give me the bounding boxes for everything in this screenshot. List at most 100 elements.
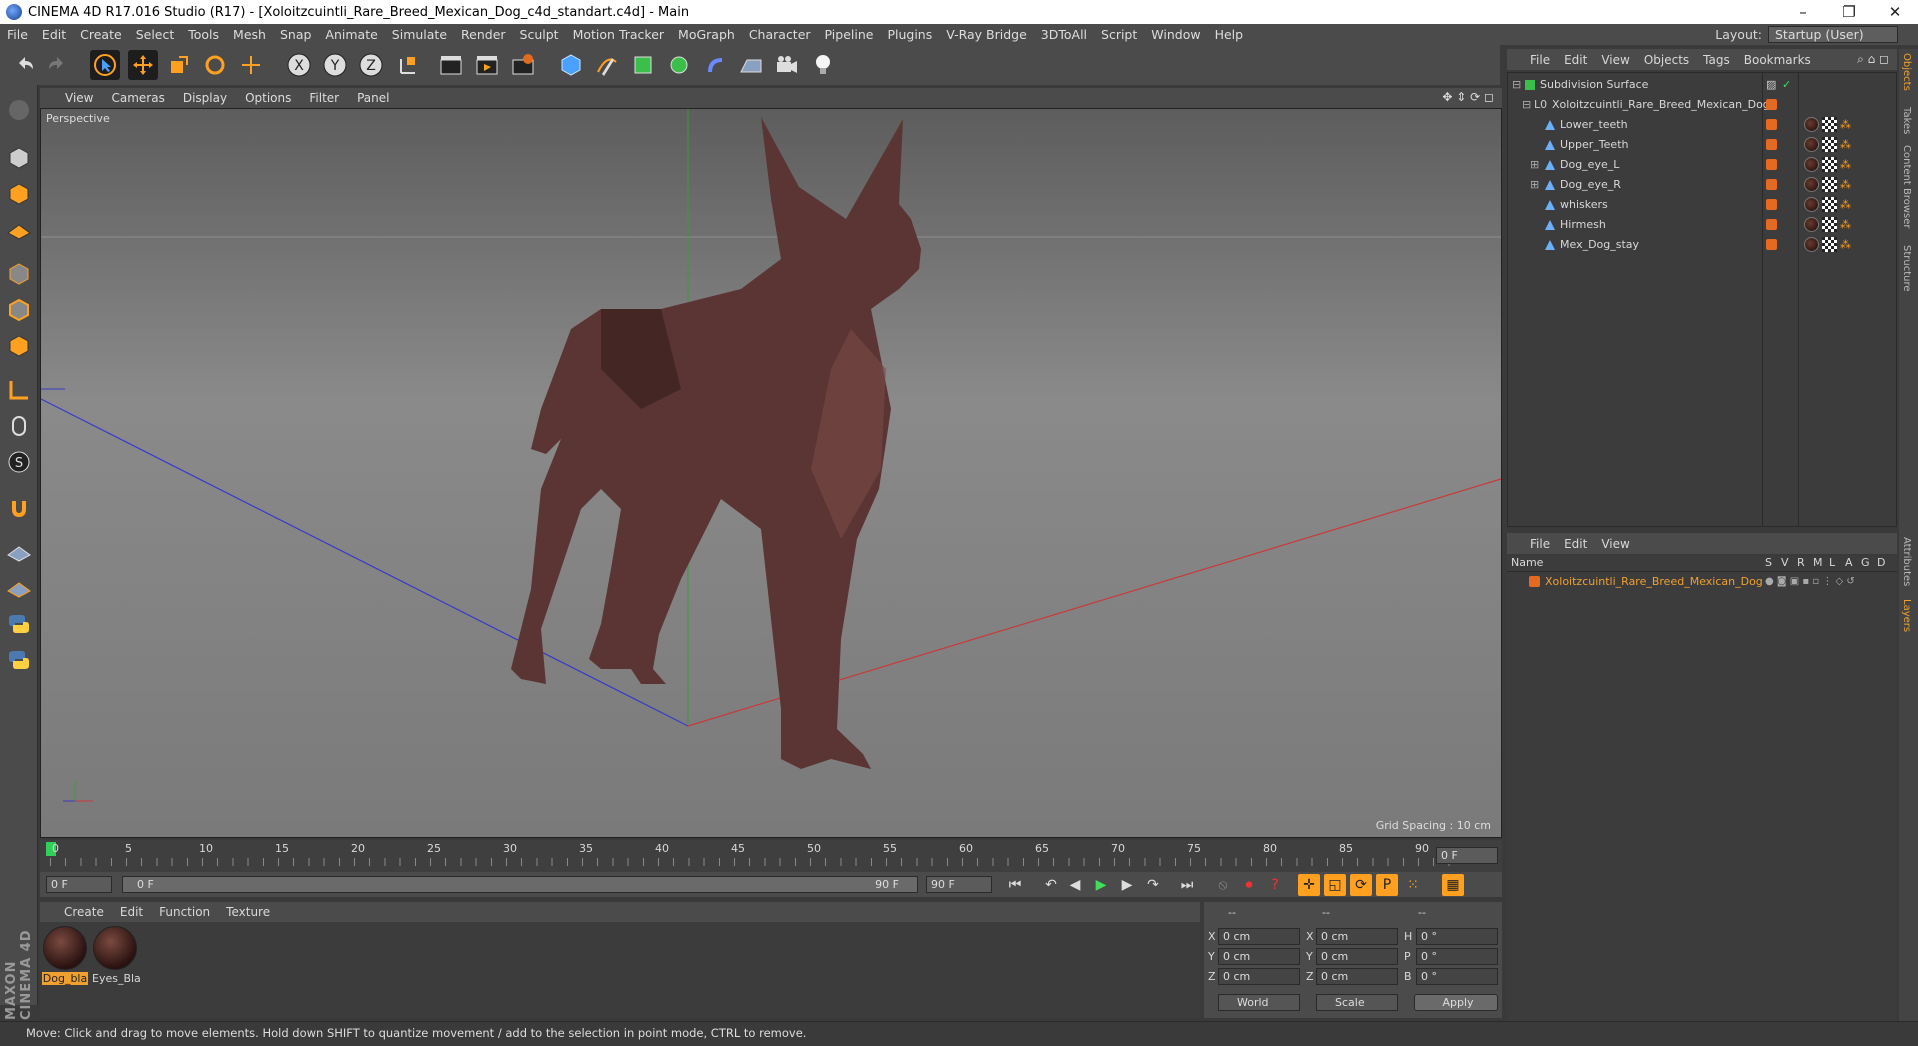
layout-dropdown[interactable]: Startup (User) (1768, 26, 1898, 43)
position-x-field[interactable]: 0 cm (1218, 928, 1300, 945)
size-z-field[interactable]: 0 cm (1316, 968, 1398, 985)
material-tag-icon[interactable] (1804, 237, 1819, 252)
record-keys-button[interactable]: ⦸ (1212, 874, 1234, 896)
workplane-lock-button[interactable] (4, 537, 34, 567)
make-editable-button[interactable] (4, 95, 34, 125)
live-selection-button[interactable] (90, 50, 120, 80)
position-y-field[interactable]: 0 cm (1218, 948, 1300, 965)
collapse-icon[interactable]: ⊟ (1522, 95, 1531, 115)
edit-checkbox-icon[interactable]: ▨ (1766, 75, 1776, 95)
model-mode-button[interactable] (4, 143, 34, 173)
autokey-button[interactable]: ⏺ (1238, 874, 1260, 896)
menu-render[interactable]: Render (454, 27, 513, 42)
subdivision-button[interactable] (628, 50, 658, 80)
z-axis-button[interactable]: Z (356, 50, 386, 80)
phong-tag-icon[interactable]: ⁂ (1840, 115, 1851, 135)
polygons-mode-button[interactable] (4, 331, 34, 361)
texture-tag-icon[interactable] (1822, 157, 1837, 172)
layer-flags-icon[interactable]: ● ◙ ▣ ▪ ▫ ⋮ ◇ ↺ (1765, 572, 1855, 592)
menu-mesh[interactable]: Mesh (226, 27, 273, 42)
keyframe-selection-button[interactable]: ? (1264, 874, 1286, 896)
cube-object-button[interactable] (556, 50, 586, 80)
menu-snap[interactable]: Snap (273, 27, 318, 42)
points-mode-button[interactable] (4, 259, 34, 289)
key-parameter-button[interactable]: P (1376, 874, 1398, 896)
edges-mode-button[interactable] (4, 295, 34, 325)
tab-objects[interactable]: Objects (1901, 53, 1912, 91)
light-button[interactable] (808, 50, 838, 80)
perspective-viewport[interactable]: Perspective Grid Spacing : 10 cm (40, 108, 1502, 838)
current-frame-field[interactable]: 0 F (1436, 847, 1498, 864)
goto-start-button[interactable]: ⏮ (1004, 874, 1026, 896)
collapse-icon[interactable]: ⊟ (1512, 75, 1521, 95)
undo-button[interactable] (10, 50, 40, 80)
object-row[interactable]: ⊞ Dog_eye_R ⁂ (1508, 175, 1896, 195)
camera-button[interactable] (772, 50, 802, 80)
texture-tag-icon[interactable] (1822, 177, 1837, 192)
menu-window[interactable]: Window (1144, 27, 1207, 42)
pen-spline-button[interactable] (592, 50, 622, 80)
size-mode-dropdown[interactable]: Scale (1316, 994, 1398, 1011)
rotate-tool-button[interactable] (200, 50, 230, 80)
close-button[interactable]: ✕ (1872, 0, 1918, 24)
coordinate-mode-dropdown[interactable]: World (1218, 994, 1300, 1011)
menu-file[interactable]: File (0, 27, 35, 42)
x-axis-button[interactable]: X (284, 50, 314, 80)
rotation-b-field[interactable]: 0 ° (1416, 968, 1498, 985)
phong-tag-icon[interactable]: ⁂ (1840, 175, 1851, 195)
expand-icon[interactable]: ⊞ (1530, 175, 1539, 195)
phong-tag-icon[interactable]: ⁂ (1840, 195, 1851, 215)
redo-button[interactable] (42, 50, 72, 80)
next-frame-button[interactable]: ▶ (1116, 874, 1138, 896)
object-row[interactable]: ⊟ L0 Xoloitzcuintli_Rare_Breed_Mexican_D… (1508, 95, 1896, 115)
object-row[interactable]: Mex_Dog_stay ⁂ (1508, 235, 1896, 255)
tab-content-browser[interactable]: Content Browser (1901, 145, 1912, 228)
dog-model[interactable] (511, 117, 921, 769)
menu-help[interactable]: Help (1208, 27, 1251, 42)
scale-tool-button[interactable] (164, 50, 194, 80)
menu-create[interactable]: Create (73, 27, 129, 42)
texture-tag-icon[interactable] (1822, 197, 1837, 212)
material-menu-edit[interactable]: Edit (112, 905, 151, 919)
render-picture-viewer-button[interactable] (472, 50, 502, 80)
mograph-cloner-button[interactable] (664, 50, 694, 80)
tweak-mode-button[interactable] (4, 411, 34, 441)
texture-tag-icon[interactable] (1822, 217, 1837, 232)
texture-tag-icon[interactable] (1822, 237, 1837, 252)
layer-row[interactable]: Xoloitzcuintli_Rare_Breed_Mexican_Dog ● … (1507, 572, 1895, 592)
workplane-button[interactable] (4, 215, 34, 245)
layers-menu-view[interactable]: View (1594, 537, 1636, 551)
material-tag-icon[interactable] (1804, 117, 1819, 132)
material-tag-icon[interactable] (1804, 197, 1819, 212)
viewport-nav-icons[interactable]: ✥ ⇕ ⟳ ◻ (1442, 90, 1494, 104)
rotation-h-field[interactable]: 0 ° (1416, 928, 1498, 945)
menu-vray-bridge[interactable]: V-Ray Bridge (939, 27, 1034, 42)
viewport-menu-cameras[interactable]: Cameras (102, 91, 173, 105)
planar-workplane-button[interactable] (4, 573, 34, 603)
menu-plugins[interactable]: Plugins (880, 27, 939, 42)
material-menu-function[interactable]: Function (151, 905, 218, 919)
expand-icon[interactable]: ⊞ (1530, 155, 1539, 175)
prev-key-button[interactable]: ↶ (1040, 874, 1062, 896)
phong-tag-icon[interactable]: ⁂ (1840, 135, 1851, 155)
objects-menu-file[interactable]: File (1523, 53, 1557, 67)
viewport-menu-display[interactable]: Display (174, 91, 236, 105)
timeline-ruler[interactable]: 0 5 10 15 20 25 30 35 40 45 50 55 60 65 … (40, 840, 1502, 872)
material-eyes-bla[interactable]: Eyes_Bla (92, 926, 141, 985)
minimize-button[interactable]: – (1780, 0, 1826, 24)
material-menu-create[interactable]: Create (56, 905, 112, 919)
tab-structure[interactable]: Structure (1901, 245, 1912, 292)
key-scale-button[interactable]: ◱ (1324, 874, 1346, 896)
timeline-window-button[interactable]: ▦ (1442, 874, 1464, 896)
python-script-button[interactable] (4, 609, 34, 639)
layers-menu-edit[interactable]: Edit (1557, 537, 1594, 551)
play-button[interactable]: ▶ (1090, 874, 1112, 896)
objects-menu-objects[interactable]: Objects (1637, 53, 1696, 67)
start-frame-field[interactable]: 0 F (46, 876, 112, 893)
material-tag-icon[interactable] (1804, 217, 1819, 232)
object-row[interactable]: Hirmesh ⁂ (1508, 215, 1896, 235)
objects-menu-view[interactable]: View (1594, 53, 1636, 67)
goto-end-button[interactable]: ⏭ (1176, 874, 1198, 896)
key-pla-button[interactable]: ⁙ (1402, 874, 1424, 896)
viewport-menu-options[interactable]: Options (236, 91, 300, 105)
